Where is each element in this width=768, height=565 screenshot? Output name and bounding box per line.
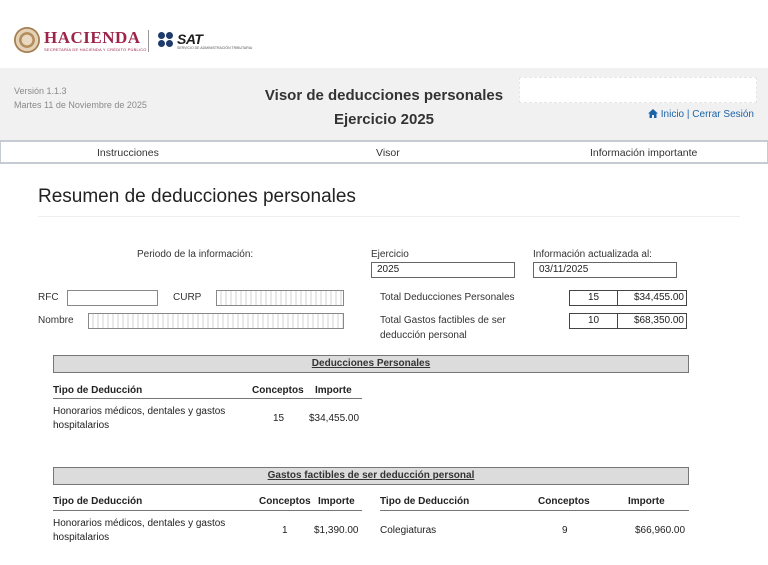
col-header-importe: Importe — [315, 385, 352, 396]
gastos-col-header-conceptos: Conceptos — [259, 496, 311, 507]
col-header-tipo: Tipo de Deducción — [53, 385, 143, 396]
cerrar-sesion-link[interactable]: Cerrar Sesión — [692, 109, 754, 120]
hacienda-logo: HACIENDA — [44, 28, 141, 47]
title-divider — [38, 216, 740, 217]
gastos-row-tipo: Honorarios médicos, dentales y gastos hos… — [53, 518, 226, 543]
periodo-label: Periodo de la información: — [137, 249, 254, 260]
total-gastos-amount: $68,350.00 — [617, 313, 687, 329]
gastos-row-conceptos: 1 — [282, 525, 288, 536]
table-row-conceptos: 15 — [273, 413, 285, 424]
gastos-col-header-importe: Importe — [318, 496, 355, 507]
nombre-field[interactable] — [88, 313, 344, 329]
page-title: Resumen de deducciones personales — [38, 186, 356, 207]
sat-logo: SAT — [177, 31, 203, 47]
sat-logo-subtitle: SERVICIO DE ADMINISTRACIÓN TRIBUTARIA — [177, 46, 253, 50]
nav-visor[interactable]: Visor — [376, 147, 400, 159]
ejercicio-field[interactable]: 2025 — [371, 262, 515, 278]
home-icon — [647, 109, 658, 118]
inicio-link[interactable]: Inicio — [661, 109, 684, 120]
rfc-label: RFC — [38, 292, 59, 303]
gastos-row-tipo-2: Colegiaturas — [380, 525, 437, 536]
gastos-col-header-importe-2: Importe — [628, 496, 665, 507]
nav-informacion-importante[interactable]: Información importante — [590, 147, 697, 159]
nav-instrucciones[interactable]: Instrucciones — [97, 147, 159, 159]
gastos-header-rule-right — [380, 510, 689, 511]
col-header-conceptos: Conceptos — [252, 385, 304, 396]
gastos-col-header-conceptos-2: Conceptos — [538, 496, 590, 507]
ejercicio-label: Ejercicio — [371, 249, 409, 260]
total-gastos-label-2: deducción personal — [380, 330, 467, 341]
link-separator: | — [686, 109, 690, 120]
main-nav: Instrucciones Visor Información importan… — [0, 140, 768, 164]
actualizada-label: Información actualizada al: — [533, 249, 652, 260]
gastos-header-rule-left — [53, 510, 362, 511]
gastos-row-importe: $1,390.00 — [314, 525, 359, 536]
curp-field[interactable] — [216, 290, 344, 306]
total-gastos-count: 10 — [569, 313, 618, 329]
sat-logo-icon — [158, 32, 174, 48]
user-info-box — [519, 77, 757, 103]
gastos-table-title: Gastos factibles de ser deducción person… — [53, 467, 689, 485]
table-row-tipo: Honorarios médicos, dentales y gastos hos… — [53, 406, 226, 431]
curp-label: CURP — [173, 292, 202, 303]
nombre-label: Nombre — [38, 315, 74, 326]
logo-divider — [148, 30, 149, 52]
total-deducciones-amount: $34,455.00 — [617, 290, 687, 306]
actualizada-field[interactable]: 03/11/2025 — [533, 262, 677, 278]
gastos-row-importe-2: $66,960.00 — [635, 525, 686, 536]
table-header-rule — [53, 398, 362, 399]
hacienda-logo-subtitle: SECRETARÍA DE HACIENDA Y CRÉDITO PÚBLICO — [44, 47, 147, 52]
total-deducciones-label: Total Deducciones Personales — [380, 292, 515, 303]
hacienda-seal-icon — [14, 27, 40, 53]
gastos-col-header-tipo-2: Tipo de Deducción — [380, 496, 470, 507]
gastos-row-conceptos-2: 9 — [562, 525, 568, 536]
total-gastos-label: Total Gastos factibles de ser — [380, 315, 506, 326]
total-deducciones-count: 15 — [569, 290, 618, 306]
rfc-field[interactable] — [67, 290, 158, 306]
header-links: Inicio | Cerrar Sesión — [647, 108, 754, 120]
deducciones-table-title: Deducciones Personales — [53, 355, 689, 373]
gastos-col-header-tipo: Tipo de Deducción — [53, 496, 143, 507]
table-row-importe: $34,455.00 — [309, 413, 360, 424]
